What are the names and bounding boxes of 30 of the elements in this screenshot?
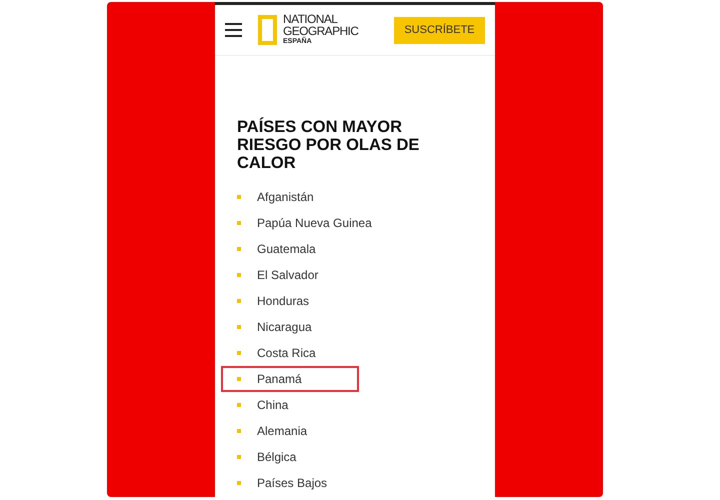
country-name: Costa Rica [257, 346, 316, 360]
bullet-icon [237, 325, 241, 329]
country-name: Nicaragua [257, 320, 312, 334]
bullet-icon [237, 351, 241, 355]
bullet-icon [237, 221, 241, 225]
bullet-icon [237, 455, 241, 459]
country-name: Bélgica [257, 450, 296, 464]
subscribe-button[interactable]: SUSCRÍBETE [394, 16, 485, 44]
country-name: Honduras [257, 294, 310, 308]
country-name: El Salvador [257, 268, 318, 282]
country-name: Papúa Nueva Guinea [257, 216, 372, 230]
country-name: Países Bajos [257, 476, 328, 490]
country-name: Guatemala [257, 242, 316, 256]
bullet-icon [237, 247, 241, 251]
menu-icon[interactable] [225, 23, 242, 37]
logo-text: NATIONAL [283, 13, 338, 25]
logo-frame-icon [258, 15, 277, 45]
country-name: China [257, 398, 288, 412]
country-name: Panamá [257, 372, 302, 386]
article-heading: PAÍSES CON MAYOR RIESGO POR OLAS DE CALOR [237, 118, 420, 172]
bullet-icon [237, 481, 241, 485]
country-name: Afganistán [257, 190, 314, 204]
bullet-icon [237, 429, 241, 433]
country-name: Alemania [257, 424, 308, 438]
bullet-icon [237, 299, 241, 303]
bullet-icon [237, 273, 241, 277]
bullet-icon [237, 403, 241, 407]
bullet-icon [237, 195, 241, 199]
bullet-icon [237, 377, 241, 381]
logo-text: GEOGRAPHIC [283, 25, 358, 37]
